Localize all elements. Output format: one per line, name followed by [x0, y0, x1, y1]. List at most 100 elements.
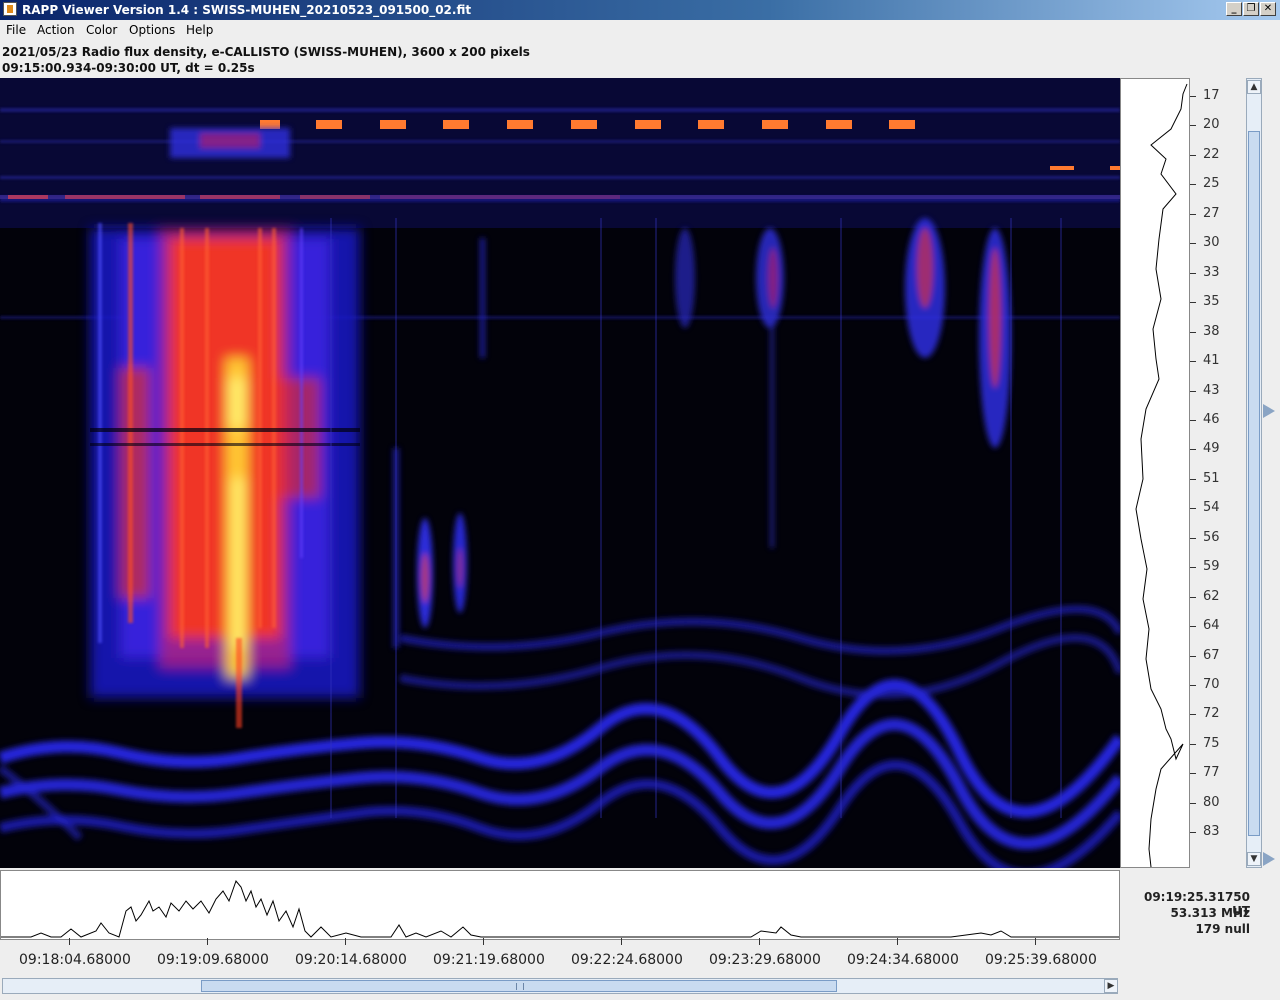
menu-file[interactable]: File	[6, 23, 26, 37]
freq-tick-mark	[1190, 714, 1196, 716]
vertical-scroll-thumb[interactable]	[1248, 131, 1260, 836]
freq-tick-label: 49	[1203, 441, 1220, 457]
close-button[interactable]: ✕	[1260, 2, 1276, 16]
freq-tick-mark	[1190, 96, 1196, 97]
time-tick-label: 09:25:39.68000	[985, 952, 1097, 968]
freq-tick-mark	[1190, 478, 1196, 480]
interference-line-25mhz	[0, 195, 1120, 199]
time-tick-mark	[207, 938, 208, 945]
java-app-icon	[3, 2, 17, 16]
freq-tick-label: 43	[1203, 382, 1220, 398]
freq-tick-label: 25	[1203, 176, 1220, 192]
observation-info: 2021/05/23 Radio flux density, e-CALLIST…	[2, 45, 530, 59]
freq-tick-mark	[1190, 537, 1196, 539]
spectrogram-image[interactable]	[0, 78, 1120, 868]
freq-tick-label: 59	[1203, 559, 1220, 575]
freq-tick-mark	[1190, 773, 1196, 775]
time-axis: 09:18:04.68000 09:19:09.68000 09:20:14.680…	[0, 938, 1120, 978]
menu-bar: File Action Color Options Help	[0, 20, 1280, 40]
scroll-down-icon[interactable]: ▼	[1247, 852, 1261, 866]
freq-tick-label: 20	[1203, 117, 1220, 133]
time-tick-mark	[1035, 938, 1036, 945]
time-tick-mark	[483, 938, 484, 945]
freq-tick-label: 27	[1203, 205, 1220, 221]
freq-tick-mark	[1190, 419, 1196, 421]
freq-tick-label: 51	[1203, 470, 1220, 486]
time-tick-label: 09:19:09.68000	[157, 952, 269, 968]
cursor-frequency: 53.313 MHz	[1170, 906, 1250, 920]
time-tick-label: 09:24:34.68000	[847, 952, 959, 968]
freq-tick-mark	[1190, 243, 1196, 245]
freq-tick-label: 56	[1203, 529, 1220, 545]
spectrum-profile-curve	[1135, 83, 1188, 868]
freq-tick-mark	[1190, 743, 1196, 745]
minimize-button[interactable]: _	[1226, 2, 1242, 16]
freq-tick-label: 70	[1203, 677, 1220, 692]
horizontal-scrollbar[interactable]	[2, 978, 1118, 994]
freq-tick-mark	[1190, 361, 1196, 363]
freq-tick-label: 38	[1203, 323, 1220, 339]
freq-tick-mark	[1190, 331, 1196, 333]
time-tick-label: 09:21:19.68000	[433, 952, 545, 968]
freq-tick-label: 67	[1203, 647, 1220, 663]
freq-tick-mark	[1190, 272, 1196, 274]
freq-tick-label: 77	[1203, 765, 1220, 781]
light-curve-panel	[0, 870, 1120, 940]
restore-button[interactable]: ❐	[1243, 2, 1259, 16]
level-slider-handle[interactable]	[1263, 404, 1275, 418]
time-tick-mark	[897, 938, 898, 945]
freq-tick-label: 22	[1203, 146, 1220, 162]
freq-tick-label: 35	[1203, 294, 1220, 310]
freq-tick-label: 64	[1203, 618, 1220, 634]
freq-tick-mark	[1190, 154, 1196, 156]
time-tick-label: 09:22:24.68000	[571, 952, 683, 968]
freq-tick-mark	[1190, 125, 1196, 127]
freq-tick-label: 80	[1203, 794, 1220, 810]
grip-icon	[516, 983, 524, 990]
freq-tick-label: 33	[1203, 264, 1220, 280]
menu-help[interactable]: Help	[186, 23, 213, 37]
freq-tick-mark	[1190, 213, 1196, 215]
window-title: RAPP Viewer Version 1.4 : SWISS-MUHEN_20…	[22, 3, 472, 17]
cursor-readout: 09:19:25.31750 UT 53.313 MHz 179 null	[1124, 890, 1250, 938]
freq-tick-mark	[1190, 508, 1196, 510]
freq-tick-mark	[1190, 626, 1196, 628]
freq-tick-mark	[1190, 596, 1196, 598]
time-range-info: 09:15:00.934-09:30:00 UT, dt = 0.25s	[2, 61, 255, 75]
light-curve	[1, 880, 1119, 938]
freq-tick-label: 62	[1203, 588, 1220, 604]
scroll-right-icon[interactable]: ▶	[1104, 979, 1118, 993]
freq-tick-label: 30	[1203, 235, 1220, 251]
menu-options[interactable]: Options	[129, 23, 175, 37]
title-bar: RAPP Viewer Version 1.4 : SWISS-MUHEN_20…	[0, 0, 1280, 20]
freq-tick-label: 46	[1203, 411, 1220, 427]
freq-tick-mark	[1190, 302, 1196, 304]
freq-tick-mark	[1190, 567, 1196, 569]
spectrogram-panel[interactable]	[0, 78, 1120, 868]
time-tick-label: 09:18:04.68000	[19, 952, 131, 968]
freq-tick-mark	[1190, 685, 1196, 686]
cursor-time: 09:19:25.31750 UT	[1143, 890, 1250, 918]
vertical-scrollbar[interactable]	[1246, 78, 1262, 868]
freq-tick-label: 54	[1203, 500, 1220, 516]
freq-tick-label: 41	[1203, 353, 1220, 369]
menu-color[interactable]: Color	[86, 23, 117, 37]
time-tick-mark	[759, 938, 760, 945]
time-tick-mark	[69, 938, 70, 945]
time-tick-mark	[345, 938, 346, 945]
time-tick-mark	[621, 938, 622, 945]
freq-tick-mark	[1190, 449, 1196, 451]
horizontal-scroll-thumb[interactable]	[201, 980, 837, 992]
freq-tick-label: 75	[1203, 735, 1220, 751]
freq-tick-label: 72	[1203, 706, 1220, 722]
menu-action[interactable]: Action	[37, 23, 75, 37]
time-tick-label: 09:23:29.68000	[709, 952, 821, 968]
freq-tick-mark	[1190, 390, 1196, 392]
freq-tick-label: 83	[1203, 824, 1220, 840]
freq-tick-mark	[1190, 184, 1196, 186]
freq-tick-mark	[1190, 655, 1196, 657]
freq-tick-mark	[1190, 802, 1196, 804]
level-slider-handle-bottom[interactable]	[1263, 852, 1275, 866]
scroll-up-icon[interactable]: ▲	[1247, 80, 1261, 94]
freq-tick-label: 17	[1203, 88, 1220, 103]
